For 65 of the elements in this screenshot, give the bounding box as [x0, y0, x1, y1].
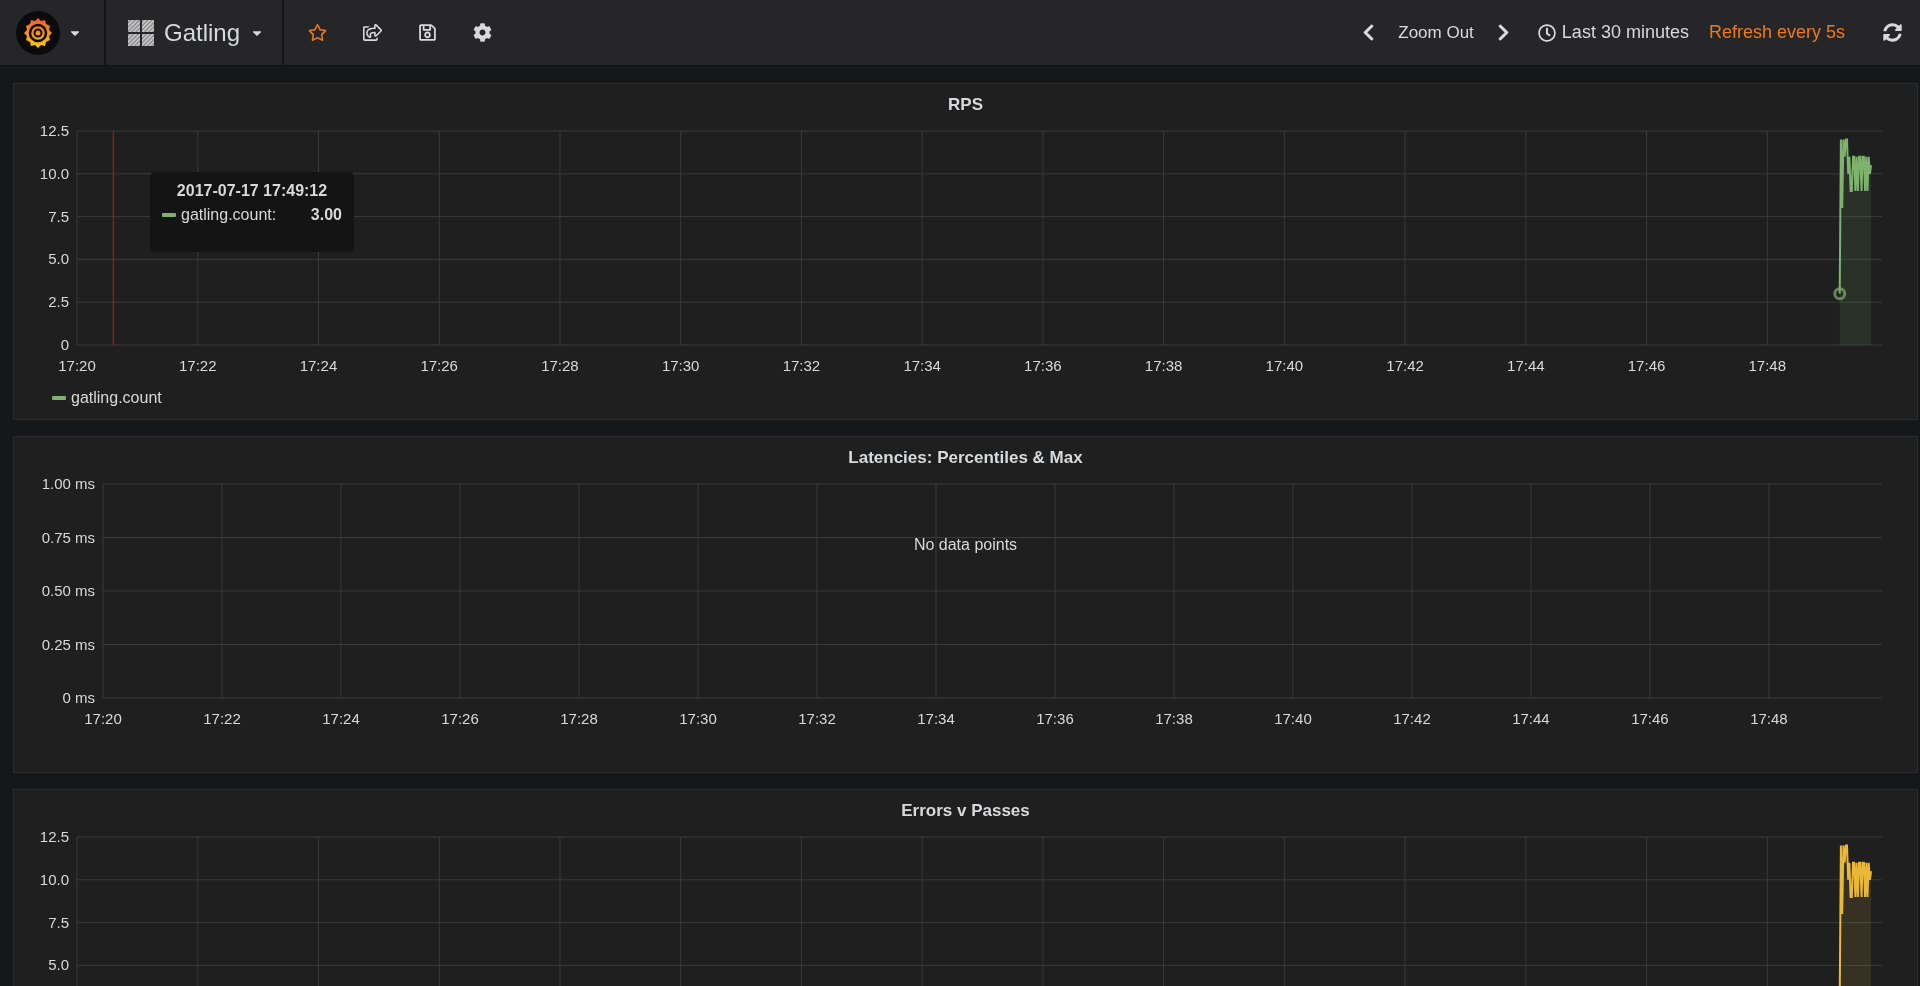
axis-tick-label: 17:28 [541, 357, 579, 374]
axis-tick-label: 1.00 ms [41, 475, 95, 492]
axis-tick-label: 17:24 [322, 710, 360, 727]
legend-item[interactable]: gatling.count [52, 389, 162, 407]
axis-tick-label: 17:46 [1627, 357, 1666, 374]
axis-tick-label: 0.50 ms [41, 582, 95, 599]
panel-title[interactable]: Errors v Passes [14, 801, 1917, 821]
dashboard-picker[interactable]: Gatling [106, 0, 285, 65]
axis-tick-label: 5.0 [48, 956, 69, 974]
axis-tick-label: 17:30 [679, 710, 717, 727]
time-range-picker[interactable]: Last 30 minutes [1527, 22, 1699, 43]
axis-tick-label: 17:26 [420, 357, 458, 374]
axis-tick-label: 17:40 [1265, 357, 1304, 374]
axis-tick-label: 17:48 [1748, 357, 1787, 374]
axis-tick-label: 17:42 [1393, 710, 1431, 727]
axis-tick-label: 7.5 [48, 207, 69, 225]
legend-label: gatling.count [71, 389, 162, 407]
axis-tick-label: 17:36 [1036, 710, 1074, 727]
tooltip-swatch [162, 213, 176, 217]
legend-swatch [52, 396, 66, 400]
axis-tick-label: 17:22 [178, 357, 217, 374]
dashboard-title: Gatling [164, 18, 241, 47]
panel-title[interactable]: RPS [14, 95, 1917, 115]
logo-icon[interactable] [16, 10, 60, 55]
axis-tick-label: 5.0 [48, 250, 69, 268]
axis-tick-label: 17:20 [84, 710, 122, 727]
axis-tick-label: 17:34 [917, 710, 955, 727]
axis-tick-label: 12.5 [39, 122, 69, 139]
panel-title[interactable]: Latencies: Percentiles & Max [14, 448, 1917, 468]
axis-tick-label: 0.25 ms [41, 635, 95, 653]
clock-icon [1537, 23, 1556, 42]
axis-tick-label: 17:32 [798, 710, 836, 727]
axis-tick-label: 17:30 [661, 357, 700, 374]
axis-tick-label: 10.0 [39, 870, 69, 888]
axis-tick-label: 10.0 [39, 164, 69, 182]
tooltip-time: 2017-07-17 17:49:12 [175, 182, 329, 200]
axis-tick-label: 17:40 [1274, 710, 1312, 727]
axis-tick-label: 0 [60, 336, 69, 353]
axis-tick-label: 17:46 [1631, 710, 1669, 727]
zoom-out-button[interactable]: Zoom Out [1388, 22, 1484, 43]
hover-point-marker [1833, 287, 1847, 301]
axis-tick-label: 12.5 [39, 828, 69, 845]
axis-tick-label: 17:20 [58, 357, 96, 374]
no-data-message: No data points [913, 536, 1018, 554]
grid-icon [128, 19, 154, 46]
axis-tick-label: 0.75 ms [41, 528, 95, 546]
axis-tick-label: 17:28 [560, 710, 598, 727]
axis-tick-label: 17:36 [1024, 357, 1062, 374]
axis-tick-label: 17:22 [203, 710, 241, 727]
axis-tick-label: 17:44 [1507, 357, 1545, 374]
axis-tick-label: 17:48 [1750, 710, 1788, 727]
axis-tick-label: 17:34 [903, 357, 941, 374]
axis-tick-label: 17:32 [782, 357, 821, 374]
axis-tick-label: 17:26 [441, 710, 479, 727]
axis-tick-label: 17:44 [1512, 710, 1550, 727]
axis-tick-label: 17:38 [1155, 710, 1193, 727]
axis-tick-label: 2.5 [48, 293, 69, 311]
axis-tick-label: 7.5 [48, 913, 69, 931]
refresh-interval-picker[interactable]: Refresh every 5s [1698, 22, 1855, 43]
tooltip-series-label: gatling.count: [181, 206, 278, 224]
axis-tick-label: 17:38 [1144, 357, 1183, 374]
axis-tick-label: 0 ms [62, 689, 95, 706]
tooltip-value: 3.00 [310, 206, 342, 224]
axis-tick-label: 17:42 [1386, 357, 1424, 374]
axis-tick-label: 17:24 [299, 357, 338, 374]
